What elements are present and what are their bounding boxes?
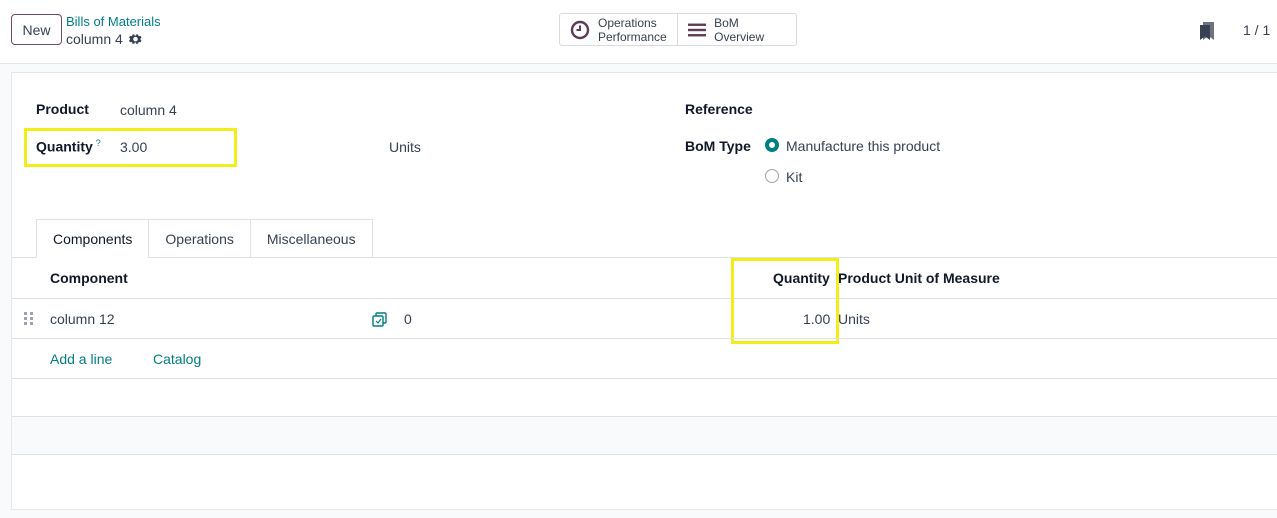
gear-icon[interactable] — [128, 33, 142, 46]
tab-components[interactable]: Components — [36, 219, 150, 258]
header-divider — [12, 298, 1277, 299]
add-line-divider — [12, 378, 1277, 379]
row-divider — [12, 338, 1277, 339]
new-button[interactable]: New — [11, 14, 62, 45]
bom-type-label: BoM Type — [685, 138, 751, 154]
bom-overview-button[interactable]: BoM Overview — [676, 14, 796, 45]
drag-handle-icon[interactable] — [24, 312, 34, 326]
quantity-column-highlight-box — [731, 258, 839, 344]
control-panel: New Bills of Materials column 4 Operatio… — [0, 0, 1277, 64]
copy-icon[interactable] — [372, 312, 387, 327]
radio-manufacture-label[interactable]: Manufacture this product — [786, 138, 940, 154]
product-field[interactable]: column 4 — [120, 102, 177, 118]
radio-manufacture[interactable] — [765, 138, 779, 152]
clock-icon — [570, 20, 590, 39]
empty-row-band — [12, 417, 1277, 454]
radio-kit-label[interactable]: Kit — [786, 169, 802, 185]
add-line-link[interactable]: Add a line — [50, 351, 112, 367]
product-label: Product — [36, 101, 89, 117]
column-header-uom[interactable]: Product Unit of Measure — [838, 270, 1000, 286]
record-title: column 4 — [66, 31, 142, 47]
bars-icon — [687, 23, 707, 36]
smart-buttons: Operations Performance BoM Overview — [559, 13, 797, 46]
operations-performance-line1: Operations — [598, 15, 657, 30]
notebook-tabs: Components Operations Miscellaneous — [36, 219, 373, 258]
column-header-component[interactable]: Component — [50, 270, 128, 286]
catalog-link[interactable]: Catalog — [153, 351, 201, 367]
component-uom-cell[interactable]: Units — [838, 311, 870, 327]
breadcrumb-bills-of-materials[interactable]: Bills of Materials — [66, 14, 161, 29]
radio-kit[interactable] — [765, 169, 779, 183]
operations-performance-button[interactable]: Operations Performance — [560, 14, 677, 45]
operations-performance-line2: Performance — [598, 29, 667, 44]
tab-operations[interactable]: Operations — [148, 219, 251, 258]
uom-field[interactable]: Units — [389, 139, 421, 155]
bookmark-icon[interactable] — [1200, 22, 1214, 40]
tab-miscellaneous[interactable]: Miscellaneous — [249, 219, 373, 258]
quantity-highlight-box — [24, 128, 237, 167]
empty-row-divider-2 — [12, 454, 1277, 455]
component-count-cell: 0 — [404, 311, 412, 327]
pager-value[interactable]: 1 / 1 — [1243, 22, 1270, 38]
record-name: column 4 — [66, 31, 123, 47]
bom-overview-label: BoM Overview — [714, 15, 765, 44]
component-cell[interactable]: column 12 — [50, 311, 115, 327]
reference-label: Reference — [685, 101, 753, 117]
